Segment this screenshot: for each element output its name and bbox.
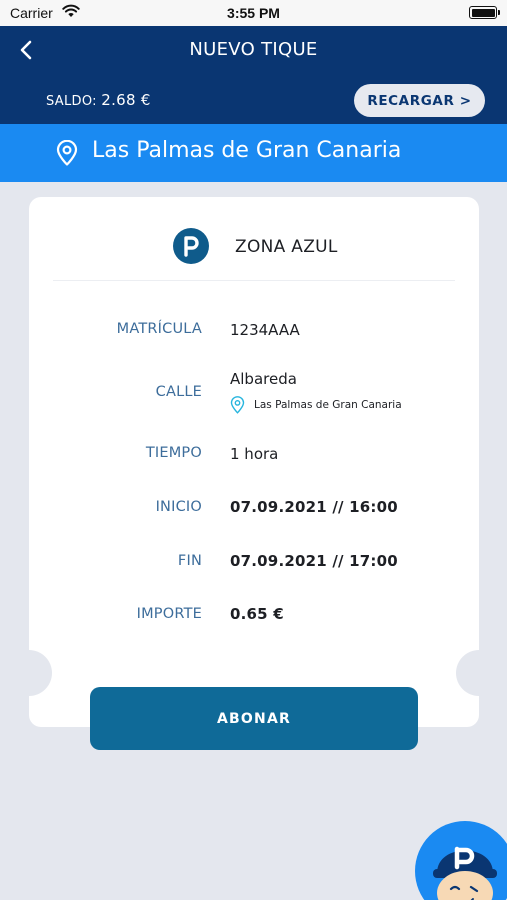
status-time: 3:55 PM [227,5,280,21]
battery-icon [469,6,500,19]
time-value: 1 hora [230,445,279,463]
balance-label: SALDO: [46,94,97,109]
mascot-avatar-icon[interactable] [415,821,507,900]
recharge-button[interactable]: RECARGAR > [354,84,485,117]
city-name: Las Palmas de Gran Canaria [92,138,402,163]
parking-icon [173,228,209,264]
page-title: NUEVO TIQUE [189,39,318,60]
ticket-card: ZONA AZUL MATRÍCULA 1234AAA CALLE Albare… [6,197,502,727]
pay-button[interactable]: ABONAR [90,687,418,750]
amount-value: 0.65 € [230,605,284,623]
amount-label: IMPORTE [136,606,202,622]
app-header: NUEVO TIQUE SALDO: 2.68 € RECARGAR > [0,26,507,124]
ticket-notch-right [456,650,502,696]
start-value: 07.09.2021 // 16:00 [230,498,398,516]
city-selector[interactable]: Las Palmas de Gran Canaria [0,124,507,182]
end-value: 07.09.2021 // 17:00 [230,552,398,570]
street-city: Las Palmas de Gran Canaria [254,399,402,411]
card-divider [53,280,455,281]
end-label: FIN [177,553,202,569]
balance-amount: 2.68 € [101,91,151,109]
time-label: TIEMPO [145,445,202,461]
ticket-notch-left [6,650,52,696]
street-location: Las Palmas de Gran Canaria [230,396,402,414]
plate-label: MATRÍCULA [116,321,202,337]
street-value: Albareda [230,370,297,388]
street-label: CALLE [155,384,202,400]
location-pin-icon [230,396,245,414]
balance-display: SALDO: 2.68 € [46,91,151,109]
location-pin-icon [56,140,78,166]
start-label: INICIO [155,499,202,515]
plate-value: 1234AAA [230,321,300,339]
zone-name: ZONA AZUL [235,237,338,257]
status-bar: Carrier 3:55 PM [0,0,507,26]
